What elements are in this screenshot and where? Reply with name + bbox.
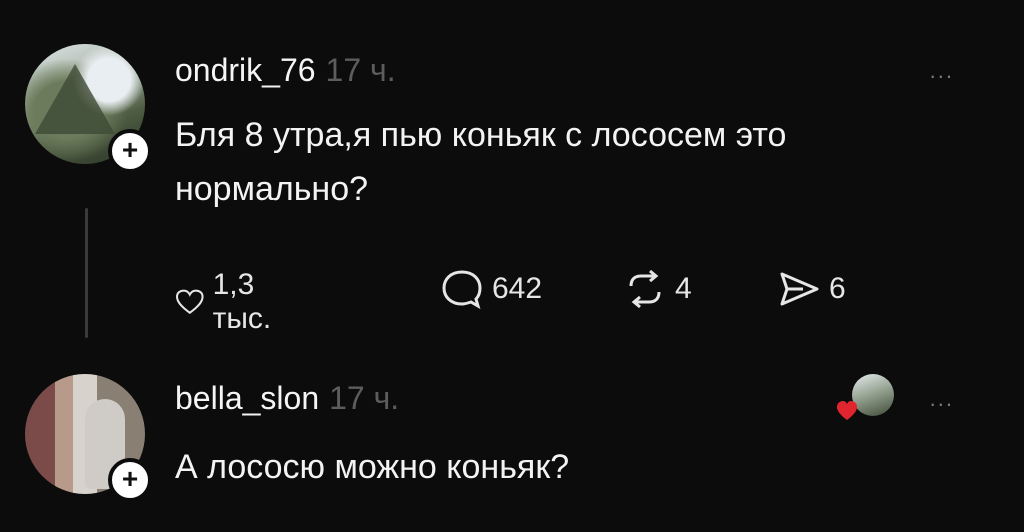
post-header: ondrik_76 17 ч. (175, 52, 396, 89)
heart-icon (176, 289, 204, 314)
comment-icon (442, 270, 482, 310)
repost-icon (629, 269, 661, 309)
comment-button[interactable]: 642 (440, 268, 542, 310)
post-text: Бля 8 утра,я пью коньяк с лососем это но… (175, 116, 787, 208)
share-count: 6 (829, 272, 846, 305)
post-text: А лососю можно коньяк? (175, 448, 570, 486)
share-button[interactable]: 6 (777, 268, 846, 310)
more-icon[interactable]: ... (930, 386, 954, 412)
timestamp: 17 ч. (329, 380, 400, 416)
author-liked-avatar (852, 374, 894, 416)
post-header: bella_slon 17 ч. (175, 380, 399, 417)
liked-heart-icon (837, 401, 857, 420)
thread-line (85, 208, 88, 338)
repost-button[interactable]: 4 (623, 268, 692, 310)
share-icon (780, 272, 819, 306)
more-icon[interactable]: ... (930, 58, 954, 84)
username[interactable]: bella_slon (175, 380, 319, 416)
repost-count: 4 (675, 272, 692, 305)
post-ondrik: + ondrik_76 17 ч. ... Бля 8 утра,я пью ко… (0, 0, 1024, 360)
like-count: 1,3 тыс. (212, 268, 272, 335)
comment-count: 642 (492, 272, 543, 305)
like-button[interactable]: 1,3 тыс. (175, 268, 286, 336)
follow-plus-icon[interactable]: + (108, 458, 152, 502)
timestamp: 17 ч. (325, 52, 396, 88)
username[interactable]: ondrik_76 (175, 52, 316, 88)
follow-plus-icon[interactable]: + (108, 129, 152, 173)
